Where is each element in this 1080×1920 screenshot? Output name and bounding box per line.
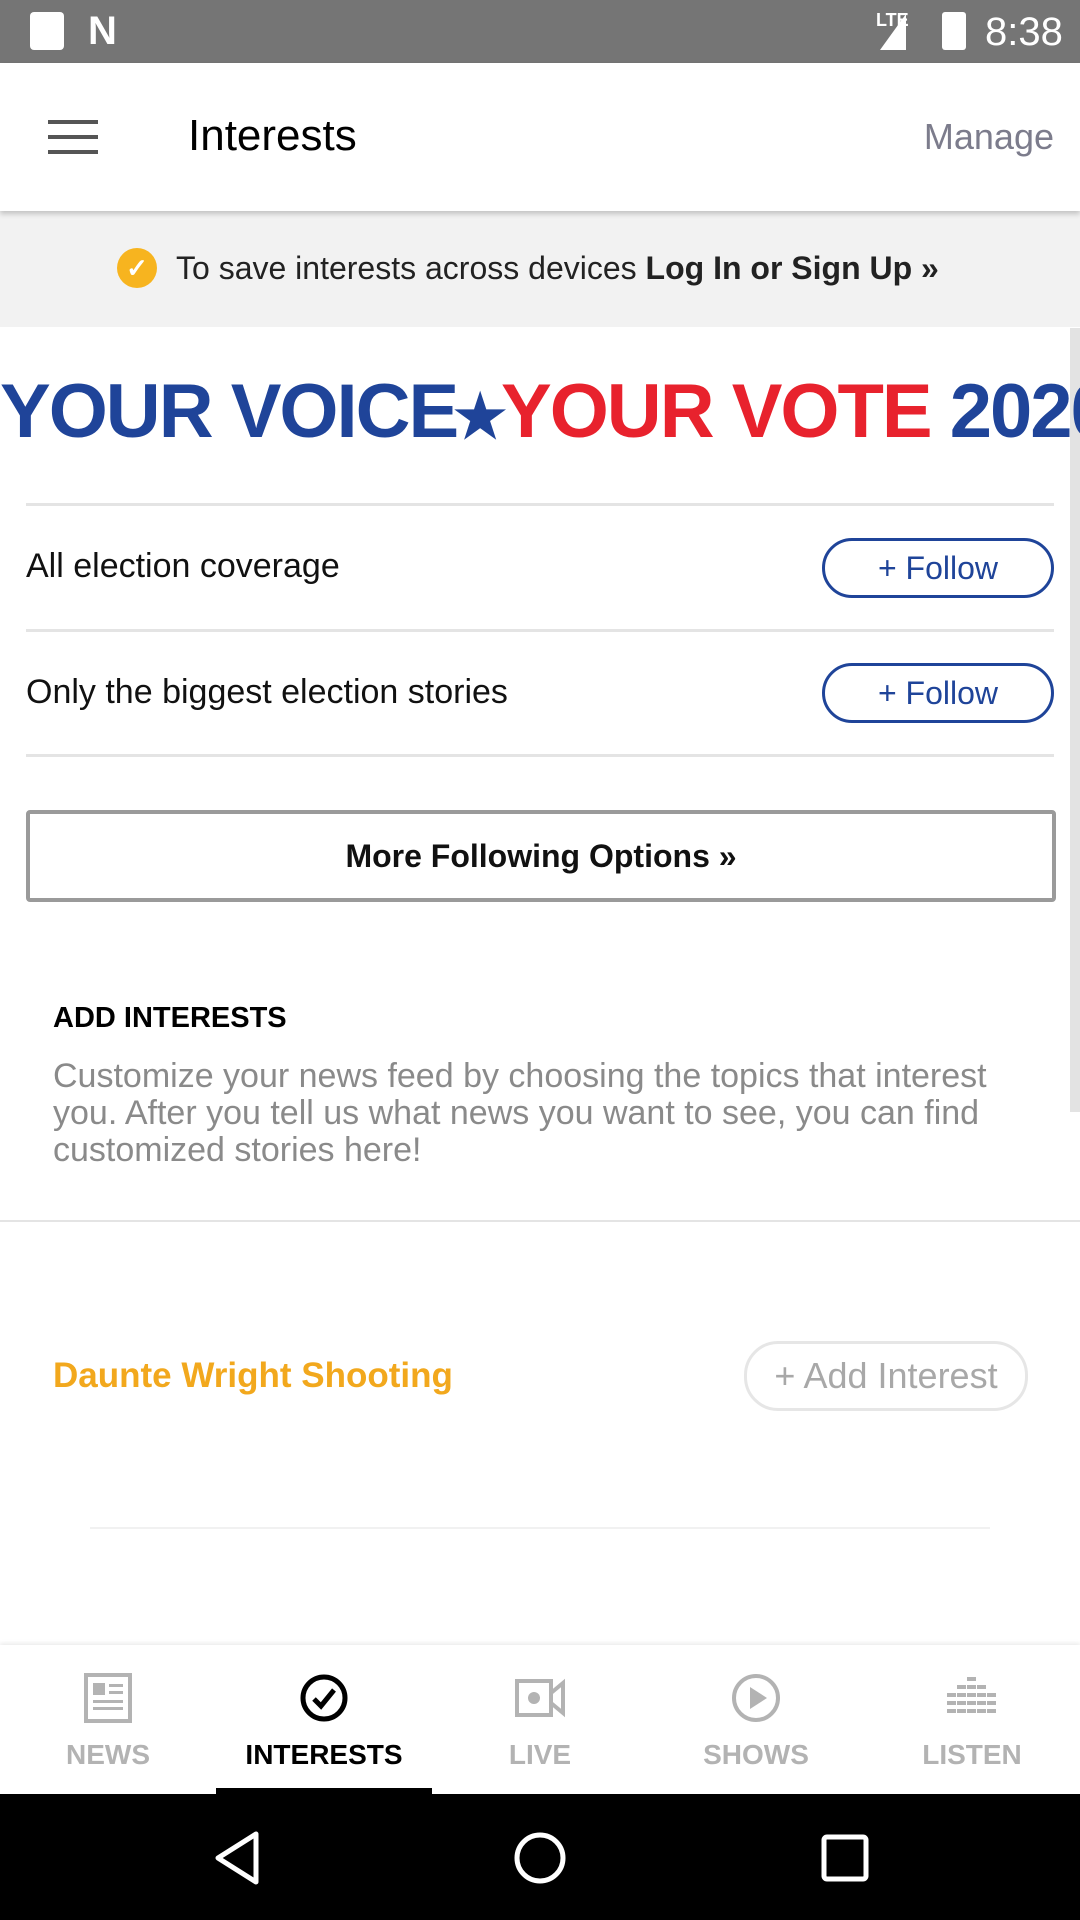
more-following-options-button[interactable]: More Following Options » bbox=[26, 810, 1056, 902]
system-nav-bar bbox=[0, 1794, 1080, 1920]
clock: 8:38 bbox=[985, 10, 1063, 54]
divider bbox=[26, 629, 1054, 632]
add-interest-button[interactable]: + Add Interest bbox=[744, 1341, 1028, 1411]
recents-icon[interactable] bbox=[815, 1828, 875, 1888]
menu-icon[interactable] bbox=[48, 118, 98, 156]
follow-all-election-button[interactable]: + Follow bbox=[822, 538, 1054, 598]
battery-icon bbox=[942, 12, 966, 50]
follow-row-label: Only the biggest election stories bbox=[26, 673, 508, 711]
add-interests-heading: ADD INTERESTS bbox=[53, 1002, 287, 1034]
divider bbox=[26, 503, 1054, 506]
logo-year: 2020 bbox=[949, 369, 1080, 454]
logo-your-voice: YOUR VOICE bbox=[0, 369, 459, 454]
signal-icon bbox=[880, 14, 906, 50]
login-signup-link[interactable]: Log In or Sign Up » bbox=[646, 250, 939, 286]
nav-tab-listen[interactable]: LISTEN bbox=[864, 1645, 1080, 1794]
nav-tab-shows[interactable]: SHOWS bbox=[648, 1645, 864, 1794]
interest-name[interactable]: Daunte Wright Shooting bbox=[53, 1353, 453, 1399]
nav-label: INTERESTS bbox=[245, 1739, 403, 1770]
video-camera-icon bbox=[515, 1678, 565, 1718]
follow-biggest-stories-button[interactable]: + Follow bbox=[822, 663, 1054, 723]
play-circle-icon bbox=[732, 1674, 780, 1722]
add-interests-description: Customize your news feed by choosing the… bbox=[53, 1057, 987, 1169]
bottom-nav: NEWS INTERESTS LIVE SHOWS LISTEN bbox=[0, 1645, 1080, 1794]
divider bbox=[90, 1527, 990, 1529]
page-title: Interests bbox=[188, 111, 357, 160]
login-banner-text: To save interests across devices Log In … bbox=[176, 246, 939, 290]
nav-label: LIVE bbox=[508, 1739, 572, 1770]
divider bbox=[0, 1220, 1080, 1222]
nav-tab-news[interactable]: NEWS bbox=[0, 1645, 216, 1794]
logo-your-vote: YOUR VOTE bbox=[501, 369, 933, 454]
check-circle-icon bbox=[300, 1674, 348, 1722]
nav-label: SHOWS bbox=[703, 1739, 809, 1770]
n-notification-icon: N bbox=[88, 9, 117, 53]
equalizer-icon bbox=[947, 1677, 996, 1713]
nav-label: LISTEN bbox=[922, 1739, 1022, 1770]
election-logo: YOUR VOICE★YOUR VOTE 2020 bbox=[0, 372, 1080, 452]
status-bar: N LTE 8:38 bbox=[0, 0, 1080, 63]
sd-card-icon bbox=[30, 12, 64, 50]
login-banner-message: To save interests across devices bbox=[176, 250, 646, 286]
follow-row-label: All election coverage bbox=[26, 547, 340, 585]
checkmark-icon: ✓ bbox=[117, 248, 157, 288]
star-icon: ★ bbox=[453, 383, 507, 450]
app-bar: Interests Manage bbox=[0, 63, 1080, 211]
home-icon[interactable] bbox=[510, 1828, 570, 1888]
manage-button[interactable]: Manage bbox=[924, 113, 1054, 161]
back-icon[interactable] bbox=[210, 1828, 270, 1888]
nav-label: NEWS bbox=[66, 1739, 150, 1770]
newspaper-icon bbox=[84, 1673, 132, 1723]
divider bbox=[26, 754, 1054, 757]
nav-tab-live[interactable]: LIVE bbox=[432, 1645, 648, 1794]
nav-tab-interests[interactable]: INTERESTS bbox=[216, 1645, 432, 1794]
